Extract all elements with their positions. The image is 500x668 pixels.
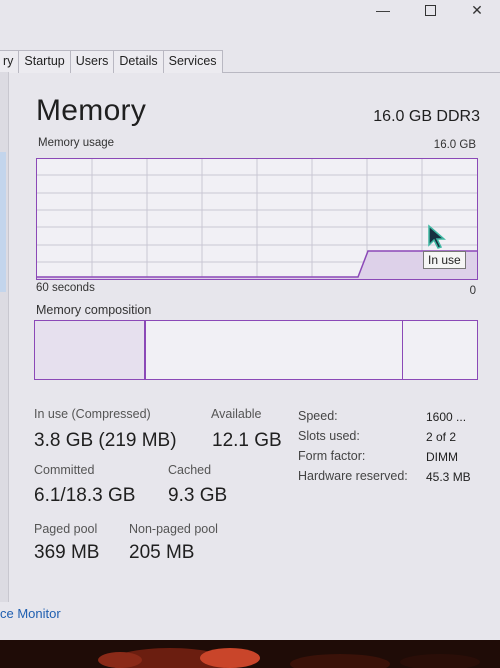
in-use-tooltip: In use xyxy=(423,251,466,269)
available-value: 12.1 GB xyxy=(212,430,282,451)
tab-startup[interactable]: Startup xyxy=(18,50,71,73)
resource-monitor-link[interactable]: ce Monitor xyxy=(0,606,61,621)
available-label: Available xyxy=(211,407,262,421)
composition-divider xyxy=(144,321,146,379)
performance-sidebar[interactable] xyxy=(0,72,9,602)
title-bar: — ✕ xyxy=(0,0,500,24)
time-axis-start: 60 seconds xyxy=(36,282,95,294)
memory-spec: 16.0 GB DDR3 xyxy=(373,108,480,125)
close-button[interactable]: ✕ xyxy=(454,0,500,22)
slots-used-label: Slots used: xyxy=(298,429,360,443)
tab-details[interactable]: Details xyxy=(113,50,164,73)
time-axis-end: 0 xyxy=(469,285,476,297)
task-manager-window: — ✕ ry Startup Users Details Services Me… xyxy=(0,0,500,640)
speed-value: 1600 ... xyxy=(426,410,467,424)
paged-pool-label: Paged pool xyxy=(34,522,98,536)
tab-services[interactable]: Services xyxy=(162,50,223,73)
tab-history[interactable]: ry xyxy=(0,50,20,73)
memory-composition-label: Memory composition xyxy=(36,303,152,317)
committed-label: Committed xyxy=(34,463,95,477)
committed-value: 6.1/18.3 GB xyxy=(34,485,136,506)
composition-divider xyxy=(402,321,403,379)
close-icon: ✕ xyxy=(471,2,483,18)
memory-panel: Memory 16.0 GB DDR3 Memory usage 16.0 GB xyxy=(10,72,500,640)
desktop-background xyxy=(0,640,500,668)
composition-in-use-segment xyxy=(35,321,144,379)
sidebar-selection xyxy=(0,152,6,292)
paged-pool-value: 369 MB xyxy=(34,542,100,563)
maximize-button[interactable] xyxy=(407,0,453,22)
memory-composition-bar xyxy=(34,320,478,380)
memory-usage-graph: In use xyxy=(36,158,478,280)
in-use-label: In use (Compressed) xyxy=(34,407,151,421)
minimize-icon: — xyxy=(376,2,390,18)
non-paged-pool-value: 205 MB xyxy=(129,542,195,563)
slots-used-value: 2 of 2 xyxy=(426,430,457,444)
desktop-wallpaper xyxy=(0,640,500,668)
form-factor-value: DIMM xyxy=(426,450,458,464)
tab-users[interactable]: Users xyxy=(69,50,115,73)
hardware-reserved-label: Hardware reserved: xyxy=(298,469,408,483)
memory-usage-graph-svg xyxy=(37,159,477,279)
speed-label: Speed: xyxy=(298,409,338,423)
in-use-value: 3.8 GB (219 MB) xyxy=(34,430,177,451)
memory-usage-max: 16.0 GB xyxy=(433,139,476,151)
page-title: Memory xyxy=(36,94,147,127)
minimize-button[interactable]: — xyxy=(360,0,406,22)
cached-value: 9.3 GB xyxy=(168,485,228,506)
maximize-icon xyxy=(424,5,436,16)
cached-label: Cached xyxy=(168,463,212,477)
hardware-reserved-value: 45.3 MB xyxy=(426,470,471,484)
non-paged-pool-label: Non-paged pool xyxy=(129,522,218,536)
form-factor-label: Form factor: xyxy=(298,449,366,463)
tab-bar: ry Startup Users Details Services xyxy=(0,50,500,73)
memory-usage-label: Memory usage xyxy=(38,137,115,149)
